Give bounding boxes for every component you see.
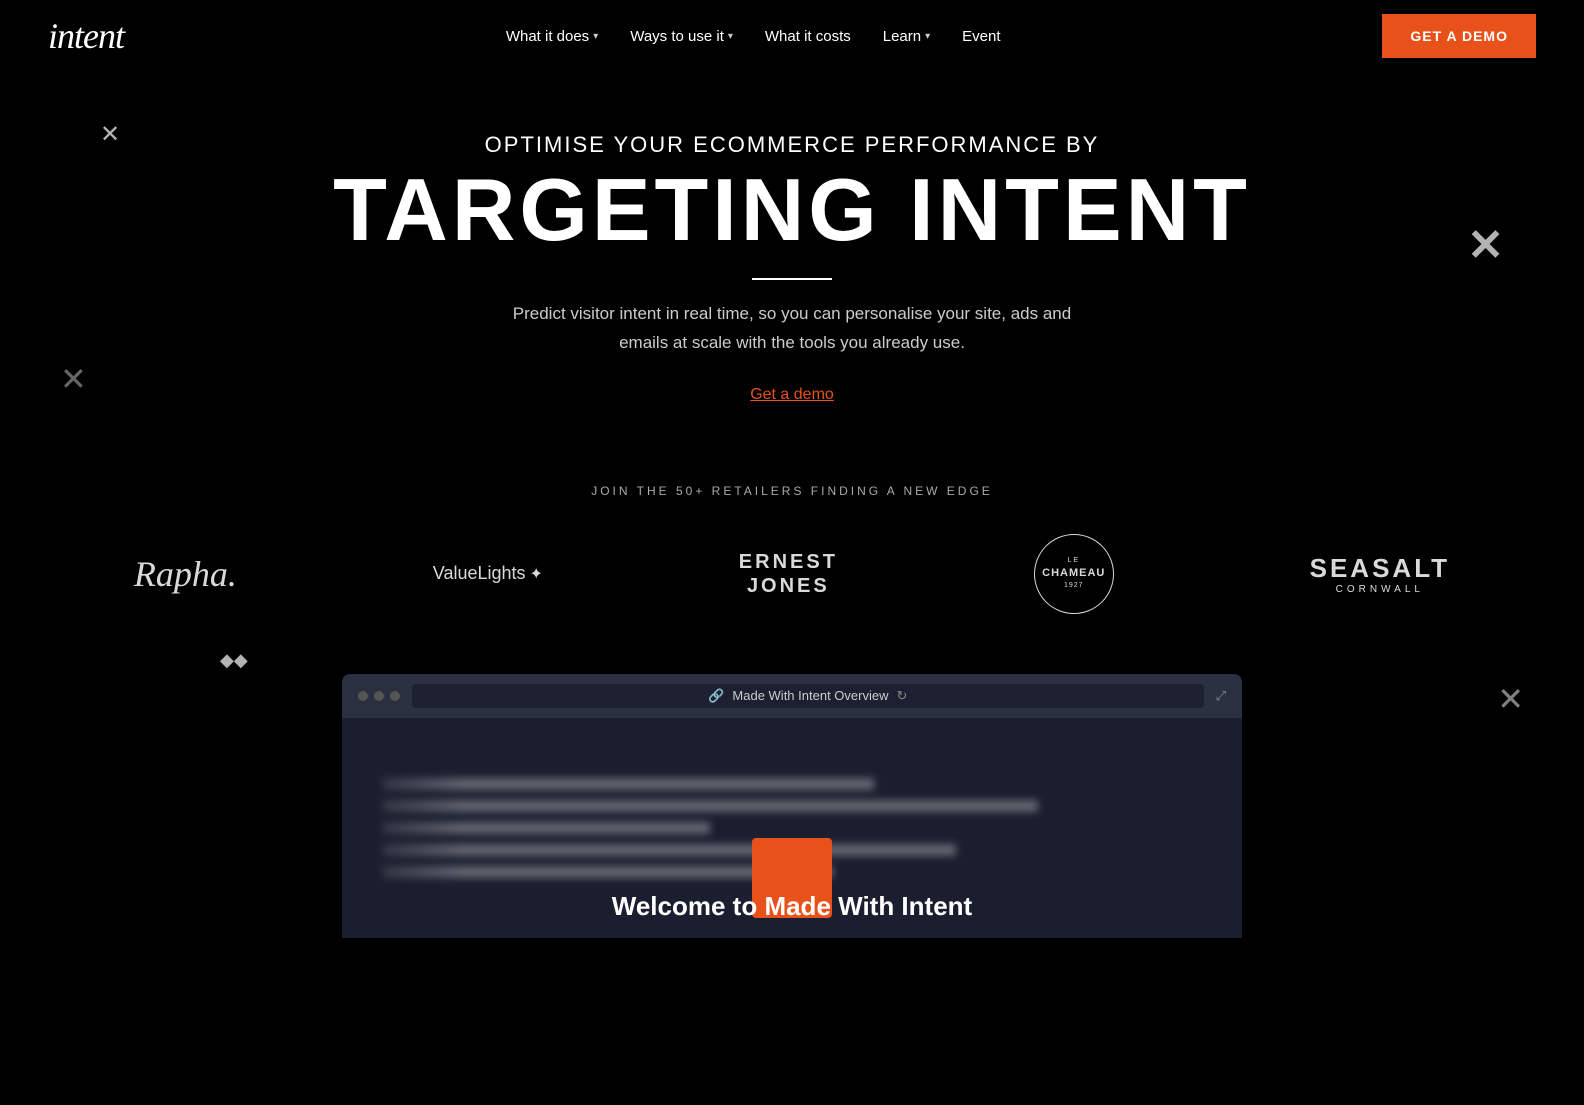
logo-valuelights: ValueLights ✦	[433, 563, 543, 584]
chevron-down-icon: ▾	[925, 31, 930, 42]
navigation: intent What it does ▾ Ways to use it ▾ W…	[0, 0, 1584, 72]
chevron-down-icon: ▾	[728, 31, 733, 42]
hero-cta-button[interactable]: Get a demo	[750, 386, 834, 404]
hero-description: Predict visitor intent in real time, so …	[512, 300, 1072, 358]
chevron-down-icon: ▾	[593, 31, 598, 42]
expand-icon[interactable]: ⤢	[1216, 688, 1226, 704]
browser-dot-yellow	[374, 691, 384, 701]
browser-dot-red	[358, 691, 368, 701]
browser-bar: 🔗 Made With Intent Overview ↻ ⤢	[342, 674, 1242, 718]
browser-content: Welcome to Made With Intent	[342, 718, 1242, 938]
nav-item-event[interactable]: Event	[962, 28, 1000, 45]
nav-label-what-it-does: What it does	[506, 28, 589, 45]
nav-label-event: Event	[962, 28, 1000, 45]
logos-section: JOIN THE 50+ RETAILERS FINDING A NEW EDG…	[0, 444, 1584, 654]
link-icon: 🔗	[708, 688, 724, 704]
reload-icon: ↻	[896, 688, 907, 704]
nav-label-learn: Learn	[883, 28, 921, 45]
nav-links: What it does ▾ Ways to use it ▾ What it …	[506, 28, 1001, 45]
nav-item-learn[interactable]: Learn ▾	[883, 28, 930, 45]
nav-label-what-it-costs: What it costs	[765, 28, 851, 45]
hero-subtitle: OPTIMISE YOUR ECOMMERCE PERFORMANCE BY	[20, 132, 1564, 158]
logo-le-chameau: LE CHAMEAU 1927	[1034, 534, 1114, 614]
nav-item-ways-to-use[interactable]: Ways to use it ▾	[630, 28, 733, 45]
seasalt-sub-text: CORNWALL	[1310, 584, 1450, 595]
logo-ernest-jones: ERNESTJONES	[739, 550, 838, 598]
valuelights-icon: ✦	[530, 564, 543, 584]
nav-item-what-it-does[interactable]: What it does ▾	[506, 28, 598, 45]
valuelights-text: ValueLights	[433, 563, 526, 584]
browser-url-bar[interactable]: 🔗 Made With Intent Overview ↻	[412, 684, 1204, 708]
logos-row: Rapha. ValueLights ✦ ERNESTJONES LE CHAM…	[48, 534, 1536, 614]
brand-logo[interactable]: intent	[48, 15, 124, 57]
hero-title: TARGETING INTENT	[20, 166, 1564, 254]
video-welcome-text: Welcome to Made With Intent	[342, 891, 1242, 922]
seasalt-main-text: SEASALT	[1310, 553, 1450, 584]
hero-section: OPTIMISE YOUR ECOMMERCE PERFORMANCE BY T…	[0, 72, 1584, 444]
browser-traffic-lights	[358, 691, 400, 701]
logos-heading: JOIN THE 50+ RETAILERS FINDING A NEW EDG…	[48, 484, 1536, 498]
nav-item-what-it-costs[interactable]: What it costs	[765, 28, 851, 45]
video-section: 🔗 Made With Intent Overview ↻ ⤢ Welcome …	[0, 654, 1584, 938]
get-demo-button[interactable]: GET A DEMO	[1382, 14, 1536, 58]
browser-window: 🔗 Made With Intent Overview ↻ ⤢ Welcome …	[342, 674, 1242, 938]
logo-rapha: Rapha.	[134, 553, 237, 595]
browser-dot-green	[390, 691, 400, 701]
browser-url-text: Made With Intent Overview	[732, 688, 888, 703]
logo-seasalt: SEASALT CORNWALL	[1310, 553, 1450, 595]
hero-divider	[752, 278, 832, 280]
nav-label-ways-to-use: Ways to use it	[630, 28, 724, 45]
